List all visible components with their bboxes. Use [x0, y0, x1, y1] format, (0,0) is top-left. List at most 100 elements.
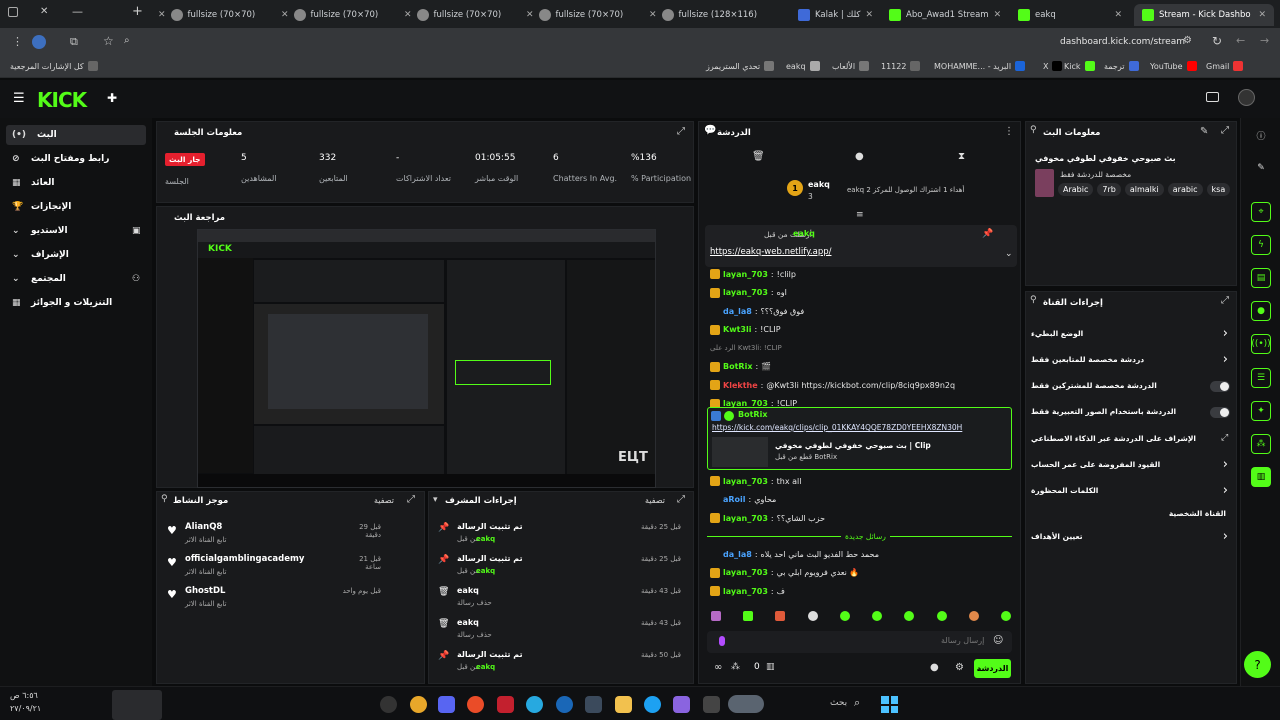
bookmark-item[interactable]: Kick [1064, 61, 1095, 71]
discord-icon[interactable] [438, 696, 455, 713]
taskbar-search-label[interactable]: بحث [830, 698, 847, 708]
site-settings-icon[interactable]: ⚙ [1183, 35, 1192, 46]
sidebar-item-achievements[interactable]: 🏆 الإنجازات [0, 197, 152, 217]
channel-action-item[interactable]: دردشة مخصصة للمتابعين فقط › [1026, 352, 1236, 372]
url-text[interactable]: dashboard.kick.com/stream [1060, 37, 1185, 47]
channel-action-item[interactable]: الإشراف على الدردشة عبر الذكاء الاصطناعي… [1026, 431, 1236, 451]
channel-action-item[interactable]: الوضع البطيء › [1026, 326, 1236, 346]
bookmark-item[interactable]: كل الإشارات المرجعية [10, 61, 98, 71]
app-icon[interactable] [526, 696, 543, 713]
chat-username[interactable]: layan_703 [723, 288, 768, 297]
extensions-icon[interactable]: ⧉ [70, 35, 78, 49]
mod-action-by[interactable]: eakq [476, 535, 495, 543]
emote-icon[interactable] [968, 611, 979, 621]
folder-icon[interactable] [615, 696, 632, 713]
edit-icon[interactable]: ✎ [1251, 158, 1271, 178]
mod-action-by[interactable]: eakq [476, 663, 495, 671]
toggle-switch[interactable] [1210, 381, 1230, 392]
search-highlight[interactable] [728, 695, 764, 713]
pinned-link[interactable]: https://eakq-web.netlify.app/ [710, 247, 831, 257]
clip-user[interactable]: BotRix [738, 410, 767, 419]
collapse-icon[interactable]: ≡ [856, 210, 864, 220]
settings-icon[interactable]: ⚙ [955, 662, 964, 673]
emote-icon[interactable] [775, 611, 786, 621]
browser-tab[interactable]: Stream - Kick Dashbo ✕ [1134, 4, 1274, 26]
chat-message[interactable]: Kwt3li: !CLIP [699, 322, 1020, 338]
close-tab-icon[interactable]: ✕ [1114, 10, 1122, 20]
edge-icon[interactable] [644, 696, 661, 713]
close-tab-icon[interactable]: ✕ [865, 10, 873, 20]
activity-user[interactable]: AlianQ8 [185, 522, 222, 532]
chat-username[interactable]: layan_703 [723, 587, 768, 596]
expand-icon[interactable]: ⤢ [1221, 125, 1229, 136]
close-tab-icon[interactable]: ✕ [281, 10, 289, 20]
chevron-down-icon[interactable]: ⌄ [1005, 249, 1013, 259]
layout-icon[interactable] [1206, 92, 1219, 102]
minimize-icon[interactable]: — [72, 5, 83, 18]
pinned-user[interactable]: eakq [793, 229, 815, 238]
channel-action-item[interactable]: تعيين الأهداف › [1026, 529, 1236, 549]
bookmark-item[interactable]: MOHAMME... - البريد [934, 61, 1026, 71]
chat-username[interactable]: layan_703 [723, 477, 768, 486]
pin-icon[interactable]: ⚲ [1030, 125, 1037, 135]
expand-icon[interactable]: ⤢ [407, 494, 415, 505]
profile-avatar[interactable] [32, 35, 46, 49]
bookmark-item[interactable]: eakq [786, 61, 820, 71]
chat-message[interactable]: layan_703: اوه [699, 285, 1020, 301]
mod-action-item[interactable]: 📌 تم تثبيت الرسالة من قبل eakq قبل 25 دقيقة [429, 552, 693, 582]
filter-icon[interactable]: ▾ [433, 495, 438, 505]
lightning-icon[interactable]: ϟ [1251, 235, 1271, 255]
activity-user[interactable]: GhostDL [185, 586, 225, 596]
browser-tab[interactable]: Kalak | كلك ✕ [790, 4, 880, 26]
pin-icon[interactable]: ⚲ [161, 494, 168, 504]
sidebar-item-stream[interactable]: (•) البث [6, 125, 146, 145]
mod-filter[interactable]: تصفية [645, 496, 665, 505]
stream-tag[interactable]: almalki [1124, 183, 1164, 196]
trash-icon[interactable]: 🗑 [752, 151, 765, 162]
infinity-icon[interactable]: ∞ [714, 662, 722, 673]
emote-icon[interactable]: ● [855, 151, 864, 162]
stream-tag[interactable]: ksa [1206, 183, 1231, 196]
clip-title[interactable]: بث صبوحي خفوفي لطوفي مخوفي | Clip [775, 441, 931, 450]
chat-message[interactable]: da_la8: محمد حط الفديو البث ماني احد يلاه [699, 546, 1020, 562]
chat-message[interactable]: layan_703: thx all [699, 473, 1020, 489]
app-icon[interactable] [497, 696, 514, 713]
browser-tab[interactable]: eakq ✕ [1010, 4, 1130, 26]
emote-icon[interactable] [839, 611, 850, 621]
close-tab-icon[interactable]: ✕ [526, 10, 534, 20]
sidebar-item-studio[interactable]: ⌄ الاستديو ▣ [0, 221, 152, 241]
new-tab-icon[interactable]: + [132, 4, 143, 19]
hamburger-menu-icon[interactable]: ☰ [13, 91, 25, 106]
mod-action-item[interactable]: 🗑 eakq حذف رسالة قبل 43 دقيقة [429, 584, 693, 614]
stream-video[interactable]: KICK ЕЦТ [197, 229, 656, 488]
stream-tag[interactable]: 7rb [1097, 183, 1121, 196]
zoom-icon[interactable]: ⌕ [124, 35, 130, 46]
stream-tag[interactable]: arabic [1167, 183, 1203, 196]
chat-menu-icon[interactable]: ⋮ [1004, 126, 1014, 137]
task-view-icon[interactable] [703, 696, 720, 713]
close-tab-icon[interactable]: ✕ [158, 10, 166, 20]
top-user[interactable]: eakq [808, 180, 830, 189]
chat-message[interactable]: BotRix: 🎬 [699, 359, 1020, 375]
stream-tag[interactable]: Arabic [1058, 183, 1094, 196]
chat-username[interactable]: da_la8 [723, 550, 752, 559]
chat-username[interactable]: layan_703 [723, 514, 768, 523]
tab-actions-icon[interactable] [8, 7, 18, 17]
pin-icon[interactable]: ✚ [107, 91, 117, 105]
forward-icon[interactable]: → [1260, 34, 1269, 47]
reload-icon[interactable]: ↻ [1212, 34, 1222, 48]
mod-action-item[interactable]: 📌 تم تثبيت الرسالة من قبل eakq قبل 25 دقيقة [429, 520, 693, 550]
toggle-switch[interactable] [1210, 407, 1230, 418]
search-icon[interactable]: ⌕ [854, 696, 860, 710]
widget-thumbnail[interactable] [112, 690, 162, 720]
activity-item[interactable]: ♥ AlianQ8 تابع القناة الاثر قبل 29 دقيقة [157, 520, 424, 550]
emote-icon[interactable] [936, 611, 947, 621]
user-avatar[interactable] [1238, 89, 1255, 106]
chat-bubble-icon[interactable]: ● [930, 662, 939, 673]
browser-tab[interactable]: ✕ fullsize (70×70) [273, 4, 391, 26]
mod-action-item[interactable]: 📌 تم تثبيت الرسالة من قبل eakq قبل 50 دقيقة [429, 648, 693, 678]
bookmark-item[interactable]: X [1043, 61, 1063, 71]
activity-item[interactable]: ♥ GhostDL تابع القناة الاثر قبل يوم واحد [157, 584, 424, 614]
close-tab-icon[interactable]: ✕ [1258, 10, 1266, 20]
external-link-icon[interactable]: ⤢ [1221, 433, 1228, 443]
